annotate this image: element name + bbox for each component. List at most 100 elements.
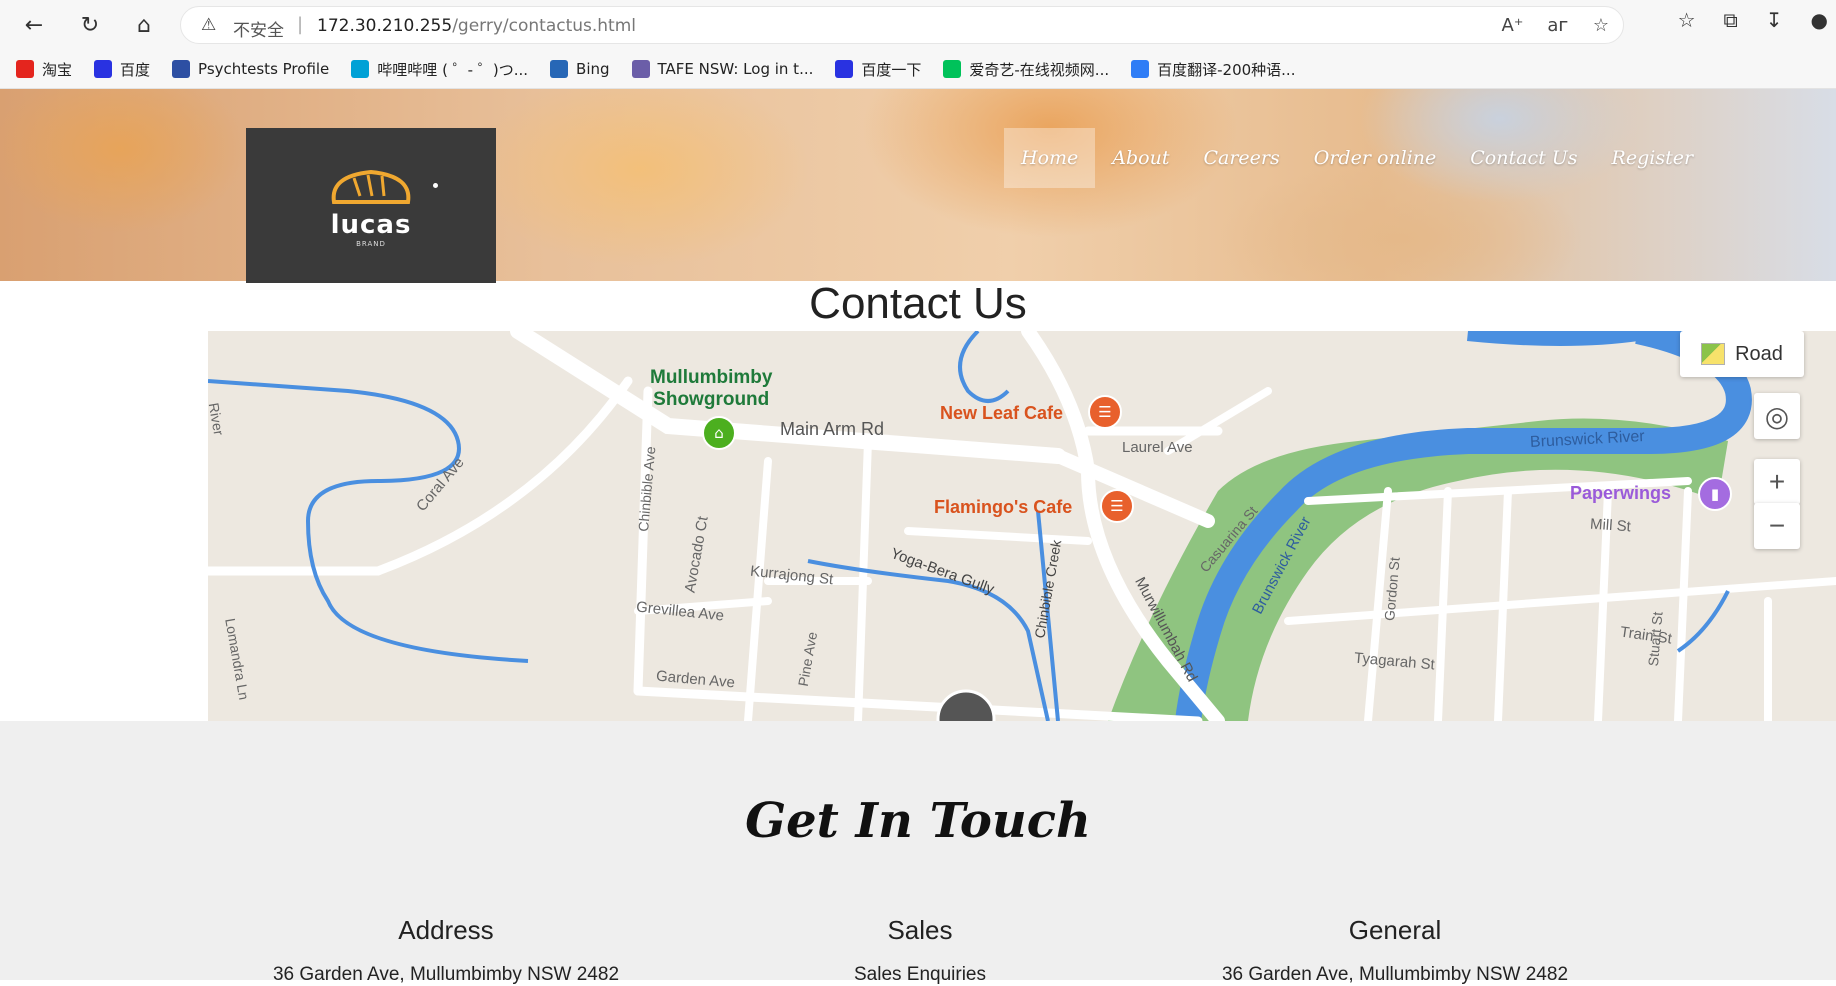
address-bar-actions: A⁺ aᴦ ☆ <box>1502 15 1610 36</box>
general-column: General 36 Garden Ave, Mullumbimby NSW 2… <box>1145 915 1645 986</box>
tyagarah-st <box>1284 577 1836 625</box>
chinbible-ave <box>633 386 653 696</box>
bookmark-item[interactable]: Psychtests Profile <box>172 60 329 78</box>
brand-logo[interactable]: lucas BRAND <box>246 128 496 283</box>
coral-ave <box>208 376 633 576</box>
nav-register[interactable]: Register <box>1595 128 1711 188</box>
bookmark-label: 百度一下 <box>861 60 922 79</box>
zoom-in-button[interactable]: + <box>1754 459 1800 505</box>
nav-about[interactable]: About <box>1095 128 1186 188</box>
downloads-icon[interactable]: ↧ <box>1766 8 1783 32</box>
translate-icon <box>1131 60 1150 78</box>
url-separator: | <box>297 14 304 35</box>
back-icon[interactable]: ← <box>16 8 52 42</box>
bookmark-item[interactable]: 爱奇艺-在线视频网... <box>943 59 1109 80</box>
bookmark-item[interactable]: 百度一下 <box>835 59 921 80</box>
baidu-paw-icon <box>94 60 113 78</box>
sales-text[interactable]: Sales Enquiries <box>670 964 1170 986</box>
tafe-icon <box>631 60 650 78</box>
logo-text: lucas <box>330 209 412 240</box>
address-text: 36 Garden Ave, Mullumbimby NSW 2482 <box>272 964 620 985</box>
nav-contact-us[interactable]: Contact Us <box>1453 128 1594 188</box>
general-heading: General <box>1348 915 1442 945</box>
bookmark-item[interactable]: 淘宝 <box>16 59 72 80</box>
bookmark-item[interactable]: Bing <box>550 60 610 78</box>
general-text: 36 Garden Ave, Mullumbimby NSW 2482 <box>1221 964 1569 985</box>
home-icon[interactable]: ⌂ <box>126 8 162 42</box>
favorites-icon[interactable]: ☆ <box>1678 8 1696 32</box>
map-label-new-leaf[interactable]: New Leaf Cafe <box>940 403 1063 424</box>
add-favorite-icon[interactable]: ☆ <box>1593 15 1609 36</box>
restaurant-icon[interactable]: ☰ <box>1100 489 1134 523</box>
bookmark-label: 淘宝 <box>42 60 73 79</box>
taobao-icon <box>16 60 34 78</box>
street <box>1434 487 1452 721</box>
url-host: 172.30.210.255 <box>317 16 453 36</box>
logo-subtext: BRAND <box>356 239 386 248</box>
map-label-paperwings[interactable]: Paperwings <box>1570 483 1671 504</box>
read-aloud-icon[interactable]: A⁺ <box>1502 15 1524 36</box>
get-in-touch-section: Get In Touch Address 36 Garden Ave, Mull… <box>0 721 1836 985</box>
bookmark-item[interactable]: 百度 <box>94 59 150 80</box>
map-label-main-arm: Main Arm Rd <box>780 419 885 439</box>
browser-toolbar: ← ↻ ⌂ ⚠ 不安全 | 172.30.210.255/gerry/conta… <box>0 0 1836 50</box>
bookmarks-bar: 淘宝 百度 Psychtests Profile 哔哩哔哩 ( ゜- ゜)つ... Bi… <box>0 50 1836 88</box>
map-layer-icon <box>1701 343 1726 365</box>
restaurant-icon[interactable]: ☰ <box>1088 395 1122 429</box>
map-label-mill: Mill St <box>1589 515 1632 536</box>
map-type-button[interactable]: Road <box>1680 331 1804 377</box>
iqiyi-icon <box>943 60 962 78</box>
road-vertical <box>854 437 872 721</box>
nav-home[interactable]: Home <box>1004 128 1096 188</box>
address-heading: Address <box>398 915 494 945</box>
sales-heading: Sales <box>887 915 953 945</box>
psychtests-icon <box>172 60 191 78</box>
address-bar[interactable]: ⚠ 不安全 | 172.30.210.255/gerry/contactus.h… <box>180 6 1624 44</box>
warning-icon[interactable]: ⚠ <box>201 15 216 35</box>
location-pin[interactable] <box>936 689 996 721</box>
bookmark-label: Psychtests Profile <box>198 60 330 78</box>
street <box>1494 487 1512 721</box>
translate-icon[interactable]: aᴦ <box>1547 15 1569 36</box>
zoom-out-button[interactable]: − <box>1754 503 1800 549</box>
sales-column: Sales Sales Enquiries <box>670 915 1170 986</box>
nav-order-online[interactable]: Order online <box>1297 128 1454 188</box>
logo-dot <box>433 183 438 188</box>
bookmark-label: 百度 <box>120 60 151 79</box>
security-label[interactable]: 不安全 <box>233 16 284 41</box>
bookmark-item[interactable]: 哔哩哔哩 ( ゜- ゜)つ... <box>351 59 528 80</box>
bookmark-label: TAFE NSW: Log in t... <box>657 60 814 78</box>
bookmark-label: Bing <box>576 60 610 78</box>
collections-icon[interactable]: ⧉ <box>1724 8 1738 32</box>
url-text[interactable]: 172.30.210.255/gerry/contactus.html <box>317 16 636 36</box>
bookmark-label: 哔哩哔哩 ( ゜- ゜)つ... <box>377 60 529 79</box>
web-page: lucas BRAND Home About Careers Order onl… <box>0 89 1836 985</box>
embedded-map[interactable]: Mullumbimby Showground ⌂ Main Arm Rd New… <box>208 331 1836 721</box>
map-type-label: Road <box>1735 342 1783 365</box>
bookmark-label: 百度翻译-200种语... <box>1157 60 1296 79</box>
refresh-icon[interactable]: ↻ <box>72 8 108 42</box>
river-upper <box>1467 331 1640 346</box>
creek-top <box>958 331 1010 403</box>
bilibili-icon <box>351 60 370 78</box>
profile-icon[interactable]: ● <box>1811 8 1828 32</box>
park-poi-icon[interactable]: ⌂ <box>702 416 736 450</box>
map-label-flamingo[interactable]: Flamingo's Cafe <box>934 497 1072 518</box>
nav-careers[interactable]: Careers <box>1186 128 1296 188</box>
hero-banner: lucas BRAND Home About Careers Order onl… <box>0 89 1836 283</box>
page-title: Contact Us <box>809 279 1027 328</box>
locate-me-icon[interactable]: ◎ <box>1754 393 1800 439</box>
bookmark-item[interactable]: 百度翻译-200种语... <box>1131 59 1295 80</box>
baidu-paw-icon <box>835 60 854 78</box>
bread-logo-icon <box>331 169 411 204</box>
url-path: /gerry/contactus.html <box>452 16 637 36</box>
main-nav: Home About Careers Order online Contact … <box>1004 128 1710 188</box>
bookmark-label: 爱奇艺-在线视频网... <box>969 60 1110 79</box>
shopping-bag-icon[interactable]: ▮ <box>1698 477 1732 511</box>
pine-ave <box>744 457 772 721</box>
address-column: Address 36 Garden Ave, Mullumbimby NSW 2… <box>196 915 696 986</box>
browser-actions: ☆ ⧉ ↧ ● <box>1678 8 1836 32</box>
browser-chrome: ← ↻ ⌂ ⚠ 不安全 | 172.30.210.255/gerry/conta… <box>0 0 1836 89</box>
get-in-touch-title: Get In Touch <box>745 793 1091 849</box>
bookmark-item[interactable]: TAFE NSW: Log in t... <box>631 60 814 78</box>
